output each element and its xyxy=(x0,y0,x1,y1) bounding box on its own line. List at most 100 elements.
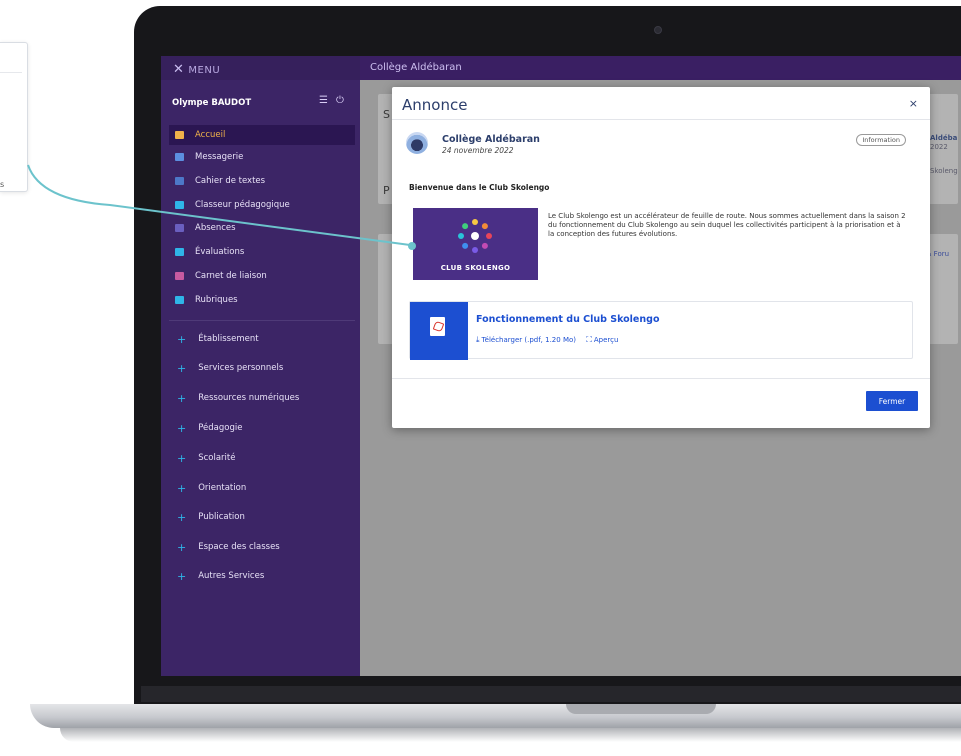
announcement-date: 24 novembre 2022 xyxy=(442,146,514,155)
plus-icon: + xyxy=(177,361,187,375)
pdf-icon xyxy=(430,317,445,336)
close-icon[interactable]: × xyxy=(909,97,918,110)
close-menu-icon[interactable]: ✕ xyxy=(173,62,184,77)
sidebar-item-label: Absences xyxy=(195,223,236,233)
school-logo-icon xyxy=(406,132,428,154)
notebook-icon xyxy=(175,177,184,185)
background-text: Aldéba xyxy=(930,134,958,142)
marketing-illustration: s ✕ MENU Olympe BAUDOT ☰ ⏻ Accueil Message… xyxy=(0,0,961,756)
announcement-author: Collège Aldébaran xyxy=(442,134,540,145)
club-skolengo-image: CLUB SKOLENGO xyxy=(413,208,538,280)
plus-icon: + xyxy=(177,391,187,405)
announcement-heading: Bienvenue dans le Club Skolengo xyxy=(409,183,550,192)
modal-title: Annonce xyxy=(402,96,468,114)
sidebar-item-accueil[interactable]: Accueil xyxy=(169,125,355,145)
preview-icon: ⛶ xyxy=(586,335,592,344)
callout-divider xyxy=(0,51,22,73)
section-label: Espace des classes xyxy=(198,542,280,552)
user-name: Olympe BAUDOT xyxy=(172,98,252,108)
sidebar-section-autres-services[interactable]: + Autres Services xyxy=(169,566,355,586)
announcement-body: Le Club Skolengo est un accélérateur de … xyxy=(548,212,906,238)
sidebar-section-services-personnels[interactable]: + Services personnels xyxy=(169,358,355,378)
section-label: Autres Services xyxy=(198,571,265,581)
plus-icon: + xyxy=(177,421,187,435)
sidebar-section-scolarite[interactable]: + Scolarité xyxy=(169,448,355,468)
section-label: Scolarité xyxy=(198,453,236,463)
callout-text: s xyxy=(0,180,5,189)
folder-icon xyxy=(175,201,184,209)
bar-chart-icon xyxy=(175,248,184,256)
background-heading-initial: P xyxy=(383,184,390,197)
section-label: Publication xyxy=(198,512,245,522)
preview-label: Aperçu xyxy=(593,336,619,344)
plus-icon: + xyxy=(177,569,187,583)
section-label: Pédagogie xyxy=(198,423,243,433)
category-badge: Information xyxy=(856,134,906,146)
sidebar-section-pedagogie[interactable]: + Pédagogie xyxy=(169,418,355,438)
screen-bezel-bottom xyxy=(141,686,961,702)
sidebar-item-label: Rubriques xyxy=(195,295,238,305)
plus-icon: + xyxy=(177,481,187,495)
plus-icon: + xyxy=(177,332,187,346)
sidebar-divider xyxy=(169,320,355,321)
section-label: Établissement xyxy=(198,334,259,344)
menu-label: MENU xyxy=(188,65,221,76)
sidebar-item-carnet-de-liaison[interactable]: Carnet de liaison xyxy=(169,266,355,286)
top-bar: Collège Aldébaran xyxy=(360,56,961,80)
link-icon xyxy=(175,272,184,280)
sidebar-item-evaluations[interactable]: Évaluations xyxy=(169,242,355,262)
laptop-hinge-notch xyxy=(566,704,716,714)
menu-toggle[interactable]: ✕ MENU xyxy=(173,62,220,77)
background-text: 2022 xyxy=(930,143,948,151)
mail-icon xyxy=(175,153,184,161)
section-label: Ressources numériques xyxy=(198,393,300,403)
announcement-modal: Annonce × Collège Aldébaran 24 novembre … xyxy=(392,87,930,428)
preview-link[interactable]: ⛶ Aperçu xyxy=(586,335,619,344)
background-heading-initial: S xyxy=(383,108,390,121)
sidebar-section-ressources-numeriques[interactable]: + Ressources numériques xyxy=(169,388,355,408)
person-icon xyxy=(175,224,184,232)
download-icon: ⤓ xyxy=(476,335,480,344)
plus-icon: + xyxy=(177,451,187,465)
sidebar-section-etablissement[interactable]: + Établissement xyxy=(169,329,355,349)
laptop-shadow xyxy=(60,728,961,742)
plus-icon: + xyxy=(177,510,187,524)
close-button[interactable]: Fermer xyxy=(866,391,918,411)
webcam-icon xyxy=(654,26,662,34)
sidebar: ✕ MENU Olympe BAUDOT ☰ ⏻ Accueil Messageri… xyxy=(161,56,360,676)
modal-footer-divider xyxy=(392,378,930,379)
user-actions: ☰ ⏻ xyxy=(311,95,344,106)
sidebar-item-absences[interactable]: Absences xyxy=(169,218,355,238)
sidebar-section-publication[interactable]: + Publication xyxy=(169,507,355,527)
menu-header: ✕ MENU xyxy=(161,56,360,80)
section-label: Services personnels xyxy=(198,363,284,373)
power-icon[interactable]: ⏻ xyxy=(336,95,344,106)
attachment-card: Fonctionnement du Club Skolengo ⤓ Télécha… xyxy=(409,301,913,360)
laptop-base xyxy=(30,704,961,728)
sidebar-section-espace-des-classes[interactable]: + Espace des classes xyxy=(169,537,355,557)
sidebar-item-label: Cahier de textes xyxy=(195,176,266,186)
sidebar-item-label: Accueil xyxy=(195,130,226,140)
home-grid-icon xyxy=(175,131,184,139)
plus-icon: + xyxy=(177,540,187,554)
background-text: Skoleng xyxy=(930,167,958,175)
download-link[interactable]: ⤓ Télécharger (.pdf, 1.20 Mo) xyxy=(476,335,576,344)
sidebar-item-label: Classeur pédagogique xyxy=(195,200,290,210)
attachment-title[interactable]: Fonctionnement du Club Skolengo xyxy=(476,314,659,325)
section-label: Orientation xyxy=(198,483,247,493)
sidebar-item-cahier-de-textes[interactable]: Cahier de textes xyxy=(169,171,355,191)
sidebar-item-rubriques[interactable]: Rubriques xyxy=(169,290,355,310)
settings-sliders-icon[interactable]: ☰ xyxy=(319,95,328,106)
pdf-tile xyxy=(410,302,468,360)
sidebar-item-messagerie[interactable]: Messagerie xyxy=(169,147,355,167)
laptop-screen: ✕ MENU Olympe BAUDOT ☰ ⏻ Accueil Messageri… xyxy=(161,56,961,676)
sidebar-item-label: Évaluations xyxy=(195,247,245,257)
sidebar-item-classeur-pedagogique[interactable]: Classeur pédagogique xyxy=(169,195,355,215)
modal-divider xyxy=(392,119,930,120)
sidebar-item-label: Carnet de liaison xyxy=(195,271,267,281)
school-title[interactable]: Collège Aldébaran xyxy=(370,62,462,73)
sidebar-section-orientation[interactable]: + Orientation xyxy=(169,478,355,498)
attachment-links: ⤓ Télécharger (.pdf, 1.20 Mo) ⛶ Aperçu xyxy=(476,335,618,345)
board-icon xyxy=(175,296,184,304)
sidebar-item-label: Messagerie xyxy=(195,152,244,162)
